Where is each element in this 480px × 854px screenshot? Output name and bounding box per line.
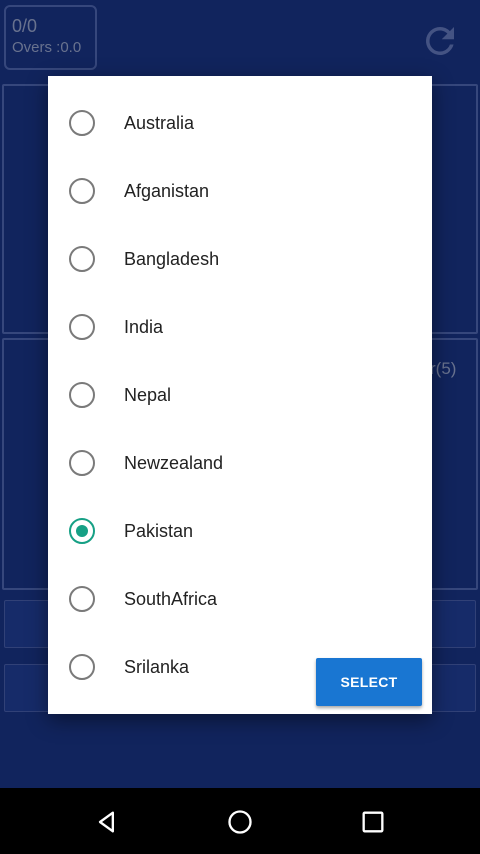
nav-back-icon[interactable] — [93, 808, 121, 836]
radio-button[interactable] — [69, 450, 95, 476]
radio-button[interactable] — [69, 586, 95, 612]
option-label: India — [124, 317, 164, 337]
option-india[interactable]: India — [48, 292, 432, 360]
radio-button[interactable] — [69, 178, 95, 204]
option-label: Pakistan — [124, 521, 194, 541]
option-label: Bangladesh — [124, 249, 220, 269]
radio-button[interactable] — [69, 246, 95, 272]
option-label: SouthAfrica — [124, 589, 218, 609]
option-southafrica[interactable]: SouthAfrica — [48, 564, 432, 632]
option-nepal[interactable]: Nepal — [48, 360, 432, 428]
option-label: Newzealand — [124, 453, 224, 473]
option-label: Nepal — [124, 385, 172, 405]
nav-home-icon[interactable] — [226, 808, 254, 836]
country-select-dialog: Australia Afganistan Bangladesh India Ne… — [48, 76, 432, 714]
nav-recents-icon[interactable] — [359, 808, 387, 836]
option-srilanka[interactable]: Srilanka — [48, 632, 298, 700]
radio-button[interactable] — [69, 110, 95, 136]
option-label: Afganistan — [124, 181, 210, 201]
option-newzealand[interactable]: Newzealand — [48, 428, 432, 496]
radio-button-checked[interactable] — [69, 518, 95, 544]
radio-button[interactable] — [69, 314, 95, 340]
option-label: Australia — [124, 113, 195, 133]
option-label: Srilanka — [124, 657, 190, 677]
radio-button[interactable] — [69, 654, 95, 680]
option-bangladesh[interactable]: Bangladesh — [48, 224, 432, 292]
radio-button[interactable] — [69, 382, 95, 408]
option-pakistan[interactable]: Pakistan — [48, 496, 432, 564]
option-afganistan[interactable]: Afganistan — [48, 156, 432, 224]
navigation-bar — [0, 788, 480, 854]
select-button[interactable]: SELECT — [316, 658, 422, 706]
option-australia[interactable]: Australia — [48, 88, 432, 156]
